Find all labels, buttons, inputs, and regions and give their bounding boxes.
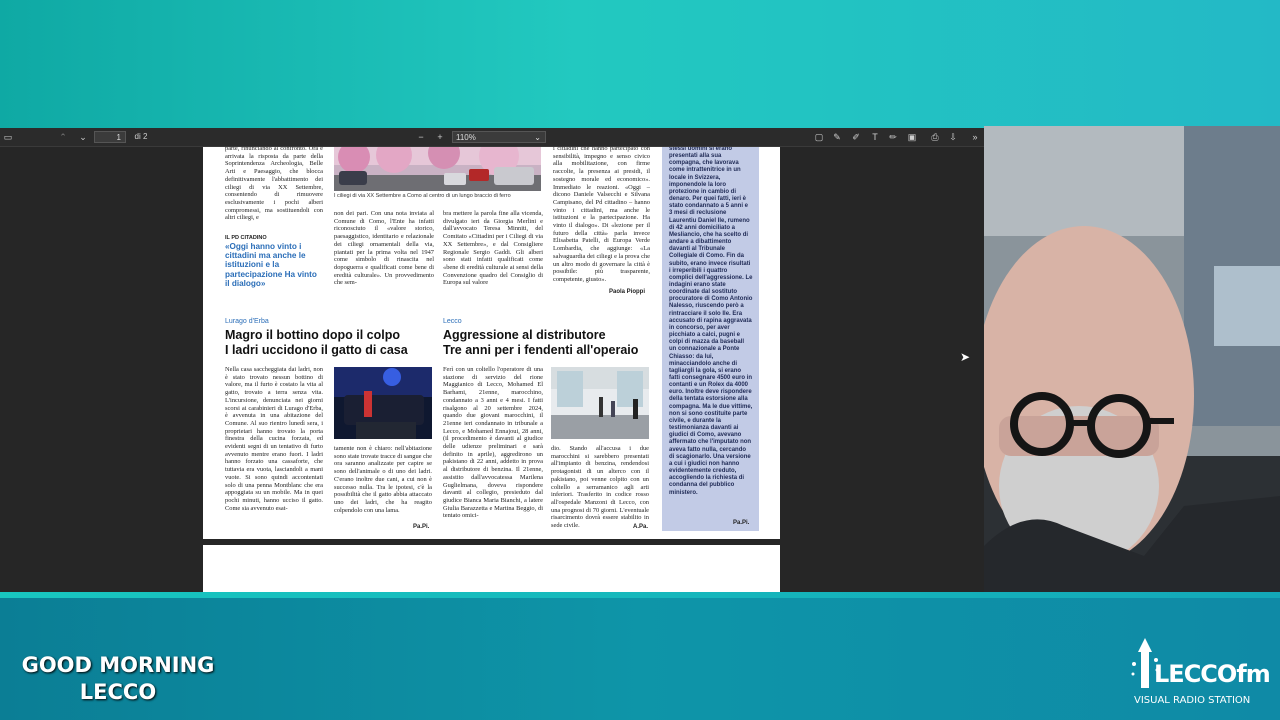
- next-page-icon[interactable]: ⌄: [77, 130, 89, 144]
- pdf-toolbar: ▭ ⌃ ⌄ 1 di 2 − + 110% ⌄ ▢ ✎ ✐ T ✏ ▣ ⎙ ⇩ …: [0, 128, 984, 147]
- article-left-headline-1: Magro il bottino dopo il colpo: [225, 328, 400, 342]
- show-title: GOOD MORNING LECCO: [18, 652, 218, 706]
- zoom-value: 110%: [456, 133, 476, 142]
- article-right-signature: A.Pa.: [633, 524, 649, 530]
- page-number-input[interactable]: 1: [94, 131, 126, 143]
- article-top-column-1: parte, rinunciando al confronto. Ora è a…: [225, 147, 323, 222]
- sidebar-text: stessi uomini si erano presentati alla s…: [669, 147, 753, 496]
- highlight-icon[interactable]: ✐: [850, 130, 862, 144]
- article-top-column-3: bra mettere la parola fine alla vicenda,…: [443, 210, 543, 287]
- article-left-signature: Pa.Pi.: [413, 524, 430, 530]
- sidebar-toggle-icon[interactable]: ▭: [2, 130, 14, 144]
- pull-quote: «Oggi hanno vinto i cittadini ma anche l…: [225, 242, 317, 288]
- sidebar-signature: Pa.Pi.: [733, 520, 750, 526]
- show-title-line-1: GOOD MORNING: [21, 653, 215, 677]
- edit-form-icon[interactable]: ✎: [831, 130, 843, 144]
- logo-tagline: VISUAL RADIO STATION: [1134, 695, 1251, 706]
- sidebar-box: stessi uomini si erano presentati alla s…: [662, 147, 759, 531]
- document-area[interactable]: parte, rinunciando al confronto. Ora è a…: [0, 147, 984, 592]
- save-icon[interactable]: ⇩: [947, 130, 959, 144]
- presenter-video: [984, 126, 1280, 592]
- article-left-section: Lurago d'Erba: [225, 318, 269, 325]
- article-left-column-2: tamente non è chiaro: nell'abitazione so…: [334, 445, 432, 514]
- cherry-trees-photo: [334, 147, 541, 191]
- article-right-column-1: Ferì con un coltello l'operatore di una …: [443, 366, 543, 520]
- station-logo: LECCOfm VISUAL RADIO STATION: [1124, 636, 1274, 710]
- show-title-line-2: LECCO: [79, 680, 157, 704]
- comment-icon[interactable]: ▢: [813, 130, 825, 144]
- carabinieri-photo: [334, 367, 432, 439]
- logo-name: LECCOfm: [1154, 660, 1271, 688]
- zoom-in-icon[interactable]: +: [433, 130, 447, 144]
- pdf-viewer: ▭ ⌃ ⌄ 1 di 2 − + 110% ⌄ ▢ ✎ ✐ T ✏ ▣ ⎙ ⇩ …: [0, 128, 984, 592]
- mouse-cursor-icon: ➤: [960, 350, 971, 364]
- chevron-down-icon: ⌄: [534, 133, 541, 142]
- zoom-out-icon[interactable]: −: [414, 130, 428, 144]
- webcam-feed: [984, 126, 1280, 592]
- article-top-column-2: non dei pari. Con una nota inviata al Co…: [334, 210, 434, 287]
- text-tool-icon[interactable]: T: [869, 130, 881, 144]
- article-top-column-4: i cittadini che hanno partecipato con se…: [553, 147, 650, 283]
- more-tools-icon[interactable]: »: [969, 130, 981, 144]
- article-left-headline-2: I ladri uccidono il gatto di casa: [225, 343, 408, 357]
- photo-caption: I ciliegi di via XX Settembre a Como al …: [334, 193, 511, 199]
- article-top-signature: Paola Pioppi: [609, 289, 646, 295]
- image-icon[interactable]: ▣: [906, 130, 918, 144]
- article-right-headline-2: Tre anni per i fendenti all'operaio: [443, 343, 639, 357]
- draw-icon[interactable]: ✏: [887, 130, 899, 144]
- quote-label: IL PD CITADINO: [225, 235, 267, 241]
- pdf-page: parte, rinunciando al confronto. Ora è a…: [203, 147, 780, 539]
- pdf-page-2: [203, 545, 780, 592]
- article-right-headline-1: Aggressione al distributore: [443, 328, 606, 342]
- zoom-select[interactable]: 110% ⌄: [452, 131, 546, 143]
- print-icon[interactable]: ⎙: [929, 130, 941, 144]
- hospital-photo: [551, 367, 649, 439]
- article-right-column-2: dio. Stando all'accusa i due marocchini …: [551, 445, 649, 530]
- background-top-band: [0, 0, 1280, 128]
- previous-page-icon[interactable]: ⌃: [57, 130, 69, 144]
- page-total-label: di 2: [134, 132, 148, 141]
- article-right-section: Lecco: [443, 318, 462, 325]
- article-left-column-1: Nella casa saccheggiata dai ladri, non è…: [225, 366, 323, 512]
